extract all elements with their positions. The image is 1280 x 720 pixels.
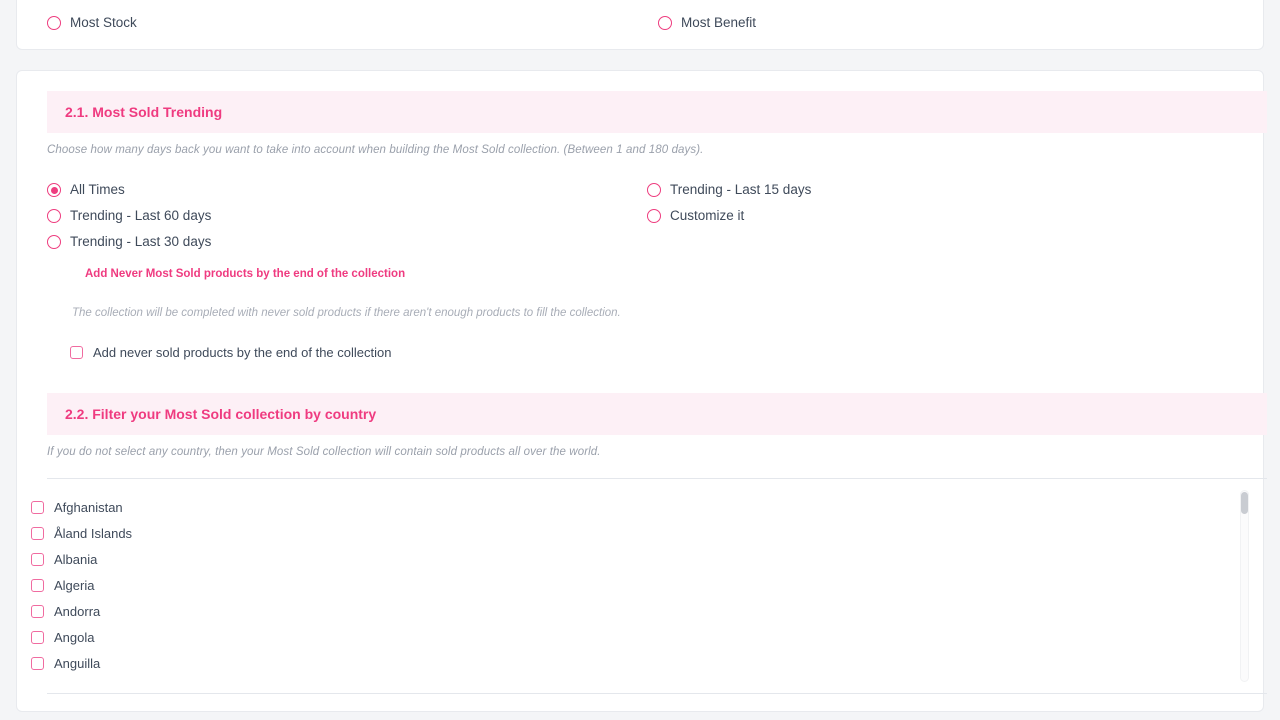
checkbox-icon[interactable] (31, 604, 44, 618)
checkbox-icon[interactable] (31, 500, 44, 514)
checkbox-icon[interactable] (31, 656, 44, 670)
country-list-scrollbar-track[interactable] (1240, 490, 1249, 682)
section-header-most-sold-trending: 2.1. Most Sold Trending (47, 91, 1267, 133)
country-list-scrollbar-thumb[interactable] (1241, 492, 1248, 514)
radio-option-last-60-days[interactable]: Trending - Last 60 days (47, 209, 211, 223)
radio-option-customize-it[interactable]: Customize it (647, 209, 744, 223)
checkbox-icon[interactable] (31, 630, 44, 644)
section-header-filter-by-country: 2.2. Filter your Most Sold collection by… (47, 393, 1267, 435)
page-root: Most Stock Most Benefit 2.1. Most Sold T… (0, 0, 1280, 720)
radio-icon[interactable] (647, 209, 661, 223)
list-item[interactable]: Albania (30, 546, 1250, 572)
country-label: Algeria (54, 577, 95, 593)
section-description-trending: Choose how many days back you want to ta… (47, 144, 704, 156)
country-label: Åland Islands (54, 525, 133, 541)
radio-icon[interactable] (47, 16, 61, 30)
country-label: Angola (54, 629, 95, 645)
radio-label: Trending - Last 30 days (70, 234, 212, 250)
list-item[interactable]: Andorra (30, 598, 1250, 624)
divider-below-country-list (47, 693, 1267, 694)
radio-label: Most Stock (70, 15, 137, 31)
divider-above-country-list (47, 478, 1267, 479)
country-checkbox-list[interactable]: Afghanistan Åland Islands Albania Algeri… (30, 494, 1250, 680)
never-sold-title: Add Never Most Sold products by the end … (85, 268, 406, 280)
radio-icon[interactable] (47, 183, 61, 197)
checkbox-icon[interactable] (70, 346, 83, 359)
list-item[interactable]: Anguilla (30, 650, 1250, 676)
radio-icon[interactable] (47, 209, 61, 223)
section-title: 2.1. Most Sold Trending (65, 104, 223, 120)
collection-type-options: Most Stock Most Benefit (17, 16, 1263, 42)
list-item[interactable]: Algeria (30, 572, 1250, 598)
radio-icon[interactable] (47, 235, 61, 249)
radio-icon[interactable] (658, 16, 672, 30)
radio-label: Customize it (670, 208, 745, 224)
checkbox-icon[interactable] (31, 526, 44, 540)
radio-label: Trending - Last 15 days (670, 182, 812, 198)
section-title: 2.2. Filter your Most Sold collection by… (65, 406, 377, 422)
country-label: Andorra (54, 603, 101, 619)
radio-option-all-times[interactable]: All Times (47, 183, 125, 197)
radio-option-last-30-days[interactable]: Trending - Last 30 days (47, 235, 211, 249)
checkbox-icon[interactable] (31, 552, 44, 566)
never-sold-description: The collection will be completed with ne… (72, 307, 621, 319)
checkbox-label: Add never sold products by the end of th… (93, 345, 392, 360)
list-item[interactable]: Åland Islands (30, 520, 1250, 546)
radio-icon[interactable] (647, 183, 661, 197)
country-label: Anguilla (54, 655, 101, 671)
country-label: Afghanistan (54, 499, 123, 515)
radio-option-most-benefit[interactable]: Most Benefit (658, 16, 756, 30)
radio-option-most-stock[interactable]: Most Stock (47, 16, 137, 30)
radio-label: Most Benefit (681, 15, 757, 31)
checkbox-add-never-sold-products[interactable]: Add never sold products by the end of th… (70, 345, 391, 360)
radio-label: Trending - Last 60 days (70, 208, 212, 224)
section-description-country: If you do not select any country, then y… (47, 446, 601, 458)
radio-option-last-15-days[interactable]: Trending - Last 15 days (647, 183, 811, 197)
list-item[interactable]: Afghanistan (30, 494, 1250, 520)
list-item[interactable]: Angola (30, 624, 1250, 650)
collection-type-card: Most Stock Most Benefit (16, 0, 1264, 50)
radio-label: All Times (70, 182, 125, 198)
country-label: Albania (54, 551, 98, 567)
checkbox-icon[interactable] (31, 578, 44, 592)
